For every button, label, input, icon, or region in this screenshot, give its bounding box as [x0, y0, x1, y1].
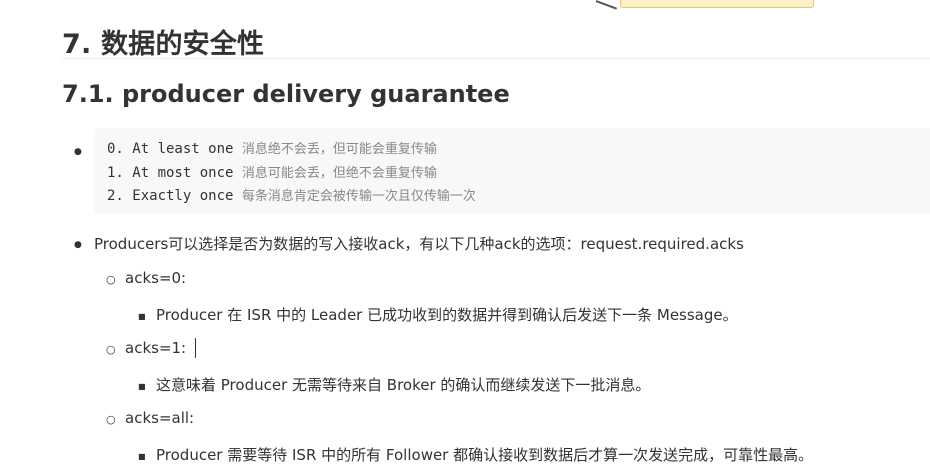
- acks-label: acks=0:: [125, 269, 187, 287]
- subsection-heading: 7.1. producer delivery guarantee: [62, 80, 510, 108]
- bullet-square-icon: [138, 447, 146, 463]
- code-comment: 消息绝不会丢，但可能会重复传输: [241, 142, 437, 157]
- bullet-circle-icon: [106, 411, 116, 427]
- code-text: 2. Exactly once: [107, 188, 242, 204]
- bullet-disc-icon: [74, 235, 82, 251]
- code-comment: 每条消息肯定会被传输一次且仅传输一次: [241, 189, 476, 204]
- acks-label: acks=all:: [125, 409, 195, 427]
- code-comment: 消息可能会丢，但绝不会重复传输: [241, 166, 437, 181]
- decorative-line: [595, 0, 619, 10]
- code-block: 0. At least one 消息绝不会丢，但可能会重复传输 1. At mo…: [94, 128, 930, 214]
- heading-divider: [62, 58, 930, 59]
- text-cursor: [195, 338, 196, 358]
- acks-detail: Producer 在 ISR 中的 Leader 已成功收到的数据并得到确认后发…: [156, 306, 738, 324]
- code-line: 1. At most once 消息可能会丢，但绝不会重复传输: [107, 162, 437, 181]
- acks-label: acks=1:: [125, 339, 187, 357]
- code-line: 2. Exactly once 每条消息肯定会被传输一次且仅传输一次: [107, 185, 476, 204]
- bullet-square-icon: [138, 377, 146, 393]
- bullet-disc-icon: [74, 142, 82, 158]
- decorative-box-top: [620, 0, 814, 8]
- code-text: 1. At most once: [107, 165, 242, 181]
- bullet-circle-icon: [106, 271, 116, 287]
- acks-detail: Producer 需要等待 ISR 中的所有 Follower 都确认接收到数据…: [156, 446, 814, 464]
- code-line: 0. At least one 消息绝不会丢，但可能会重复传输: [107, 138, 437, 157]
- acks-detail: 这意味着 Producer 无需等待来自 Broker 的确认而继续发送下一批消…: [156, 376, 651, 394]
- bullet-circle-icon: [106, 341, 116, 357]
- producers-text: Producers可以选择是否为数据的写入接收ack，有以下几种ack的选项：r…: [94, 235, 744, 253]
- section-heading: 7. 数据的安全性: [62, 29, 265, 60]
- bullet-square-icon: [138, 307, 146, 323]
- code-text: 0. At least one: [107, 141, 242, 157]
